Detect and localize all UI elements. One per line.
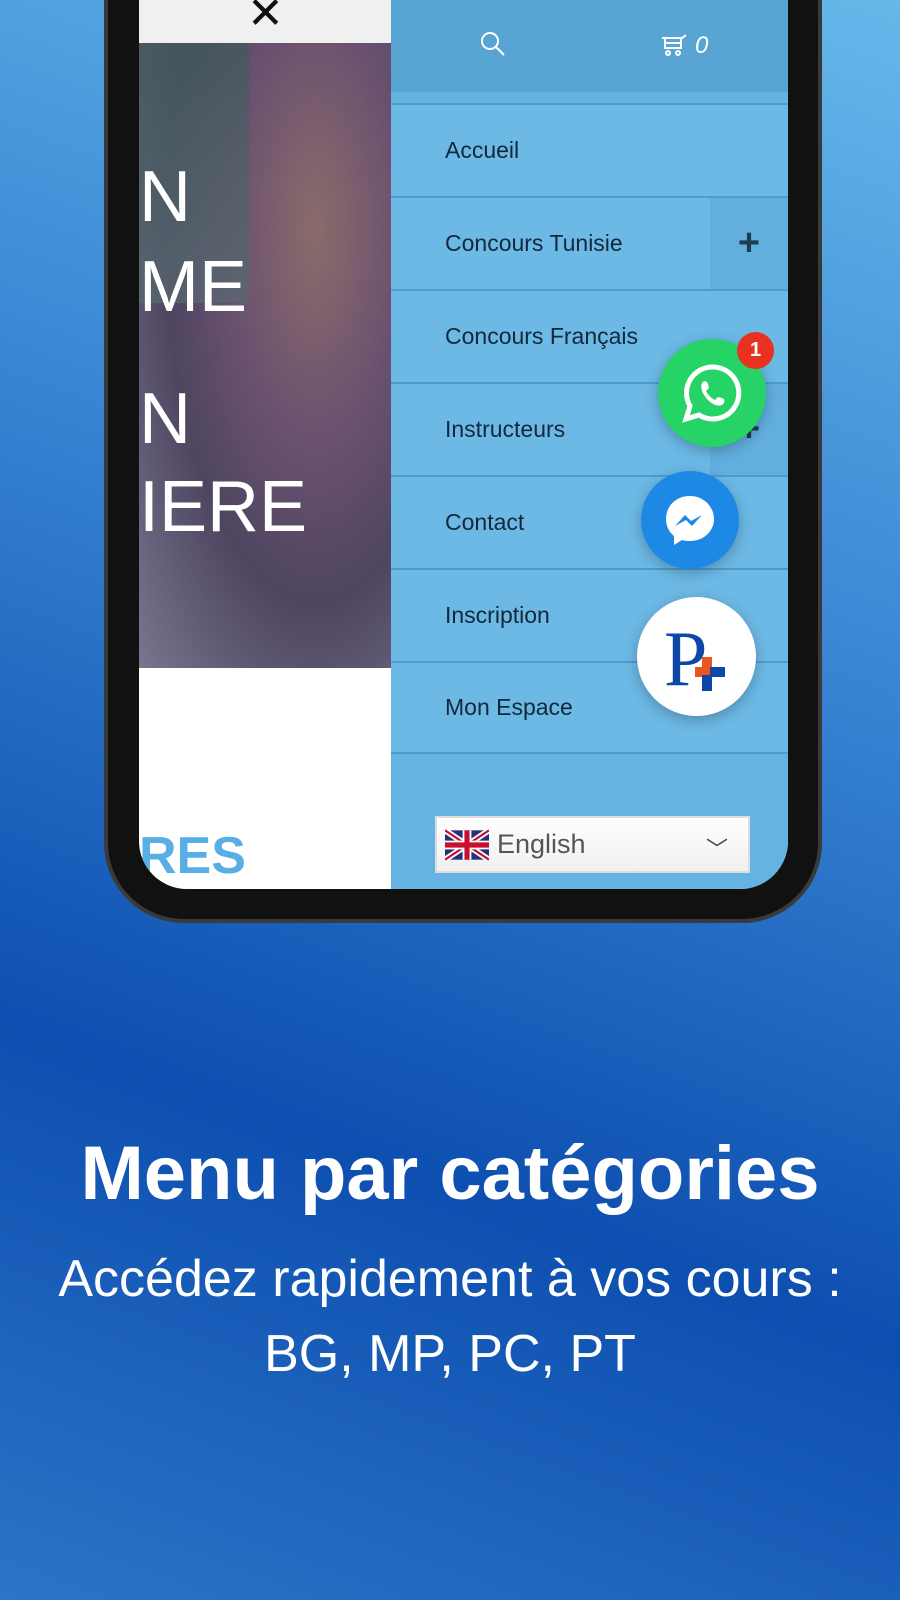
cart-button[interactable]: 0 bbox=[661, 32, 708, 60]
menu-item-label: Contact bbox=[445, 509, 525, 535]
app-logo-button[interactable]: P bbox=[637, 597, 756, 716]
menu-header: 0 bbox=[391, 0, 788, 92]
search-icon[interactable] bbox=[479, 30, 507, 58]
hero-text: N bbox=[139, 157, 191, 237]
whatsapp-icon bbox=[682, 364, 742, 423]
p-plus-logo-icon: P bbox=[664, 617, 725, 697]
hero-top-bar: ✕ bbox=[139, 0, 391, 43]
menu-item-label: Mon Espace bbox=[445, 694, 573, 720]
hero-text: ME bbox=[139, 247, 247, 327]
close-icon[interactable]: ✕ bbox=[247, 0, 284, 36]
language-label: English bbox=[497, 829, 586, 859]
messenger-icon bbox=[666, 496, 714, 545]
cart-count: 0 bbox=[695, 32, 709, 59]
caption-subtitle: Accédez rapidement à vos cours : bbox=[58, 1250, 842, 1308]
notification-badge: 1 bbox=[737, 332, 774, 369]
hero-image: N ME N IERE bbox=[139, 43, 391, 668]
menu-item-label: Accueil bbox=[445, 137, 520, 163]
language-select[interactable]: English ﹀ bbox=[435, 816, 750, 873]
caption-subtitle: BG, MP, PC, PT bbox=[264, 1325, 636, 1383]
side-menu: 0 Accueil Concours Tunisie + Concours Fra… bbox=[391, 0, 788, 889]
phone-screen: ✕ N ME N IERE RES 0 Accueil Concours Tun… bbox=[139, 0, 788, 889]
hero-text: N bbox=[139, 379, 191, 459]
cart-icon bbox=[662, 34, 687, 56]
menu-item-label: Concours Français bbox=[445, 323, 639, 349]
expand-icon[interactable]: + bbox=[710, 198, 788, 289]
menu-item-label: Inscription bbox=[445, 602, 550, 628]
menu-item-label: Instructeurs bbox=[445, 416, 566, 442]
hero-text: IERE bbox=[139, 467, 308, 547]
menu-item-accueil[interactable]: Accueil bbox=[391, 103, 788, 196]
chevron-down-icon: ﹀ bbox=[705, 837, 728, 862]
caption-title: Menu par catégories bbox=[80, 1131, 820, 1216]
messenger-button[interactable] bbox=[641, 471, 739, 569]
svg-text:P: P bbox=[664, 617, 707, 697]
section-heading: RES bbox=[139, 827, 246, 885]
menu-item-concours-tunisie[interactable]: Concours Tunisie + bbox=[391, 196, 788, 289]
menu-item-label: Concours Tunisie bbox=[445, 230, 623, 256]
uk-flag-icon bbox=[445, 828, 489, 861]
